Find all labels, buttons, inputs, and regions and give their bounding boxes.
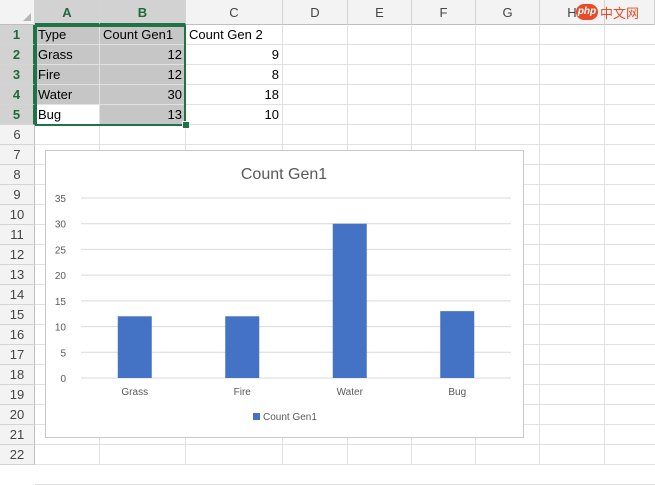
chart-title: Count Gen1 <box>241 166 327 183</box>
row-header-11[interactable]: 11 <box>0 225 35 245</box>
column-header-g[interactable]: G <box>476 0 540 25</box>
y-tick-label: 15 <box>55 297 67 308</box>
cell-a3[interactable]: Fire <box>35 65 99 84</box>
column-gridline <box>604 25 605 465</box>
cell-c2[interactable]: 9 <box>186 45 282 64</box>
y-tick-label: 5 <box>60 348 66 359</box>
cell-c1[interactable]: Count Gen 2 <box>186 25 282 44</box>
row-header-19[interactable]: 19 <box>0 385 35 405</box>
row-header-5[interactable]: 5 <box>0 105 35 125</box>
row-header-9[interactable]: 9 <box>0 185 35 205</box>
cell-c5[interactable]: 10 <box>186 105 282 124</box>
cell-b1[interactable]: Count Gen1 <box>100 25 185 44</box>
row-header-17[interactable]: 17 <box>0 345 35 365</box>
bar-water <box>332 223 367 378</box>
y-tick-label: 25 <box>55 245 67 256</box>
column-header-a[interactable]: A <box>35 0 100 25</box>
column-header-c[interactable]: C <box>186 0 283 25</box>
row-header-22[interactable]: 22 <box>0 445 35 465</box>
select-all-corner[interactable] <box>0 0 35 25</box>
row-header-21[interactable]: 21 <box>0 425 35 445</box>
row-header-13[interactable]: 13 <box>0 265 35 285</box>
chart-canvas: Count Gen1 0 5 10 15 20 25 30 35 Grass Fire Water Bu… <box>55 166 511 423</box>
cell-a4[interactable]: Water <box>35 85 99 104</box>
row-gridline <box>35 444 655 445</box>
row-header-2[interactable]: 2 <box>0 45 35 65</box>
row-header-6[interactable]: 6 <box>0 125 35 145</box>
cell-b5[interactable]: 13 <box>100 105 185 124</box>
row-header-12[interactable]: 12 <box>0 245 35 265</box>
column-header-b[interactable]: B <box>100 0 186 25</box>
column-gridline <box>539 25 540 465</box>
x-tick-label: Grass <box>121 387 148 398</box>
column-header-d[interactable]: D <box>283 0 348 25</box>
watermark-badge: php <box>576 4 598 20</box>
embedded-bar-chart[interactable]: Count Gen1 0 5 10 15 20 25 30 35 Grass Fire Water Bu… <box>45 150 524 438</box>
x-tick-label: Bug <box>448 387 466 398</box>
row-header-8[interactable]: 8 <box>0 165 35 185</box>
row-header-16[interactable]: 16 <box>0 325 35 345</box>
bar-bug <box>440 311 475 378</box>
row-gridline <box>35 124 655 125</box>
select-all-triangle-icon <box>23 13 31 21</box>
legend-label: Count Gen1 <box>263 412 317 423</box>
column-header-e[interactable]: E <box>348 0 412 25</box>
x-tick-label: Water <box>337 387 364 398</box>
y-tick-label: 10 <box>55 323 67 334</box>
fill-handle[interactable] <box>182 121 190 129</box>
x-tick-label: Fire <box>234 387 252 398</box>
row-header-15[interactable]: 15 <box>0 305 35 325</box>
cell-a1[interactable]: Type <box>35 25 99 44</box>
row-header-10[interactable]: 10 <box>0 205 35 225</box>
y-tick-label: 30 <box>55 220 67 231</box>
row-header-3[interactable]: 3 <box>0 65 35 85</box>
y-tick-label: 20 <box>55 271 67 282</box>
cell-b4[interactable]: 30 <box>100 85 185 104</box>
column-header-f[interactable]: F <box>412 0 476 25</box>
cell-a2[interactable]: Grass <box>35 45 99 64</box>
row-header-4[interactable]: 4 <box>0 85 35 105</box>
row-header-14[interactable]: 14 <box>0 285 35 305</box>
cell-b3[interactable]: 12 <box>100 65 185 84</box>
legend-swatch <box>253 413 260 420</box>
cell-c4[interactable]: 18 <box>186 85 282 104</box>
watermark-text: 中文网 <box>600 5 640 21</box>
row-header-20[interactable]: 20 <box>0 405 35 425</box>
cell-b2[interactable]: 12 <box>100 45 185 64</box>
watermark-logo: php 中文网 <box>576 2 639 22</box>
cell-a5[interactable]: Bug <box>35 105 99 124</box>
cell-c3[interactable]: 8 <box>186 65 282 84</box>
row-header-7[interactable]: 7 <box>0 145 35 165</box>
bar-fire <box>225 316 260 378</box>
y-tick-label: 0 <box>60 374 66 385</box>
spreadsheet-grid[interactable]: ABCDEFGH 1 2 3 4 5 6 7 8 9 10 11 12 13 14 15 16 17 18 19 20… <box>0 0 655 485</box>
bar-grass <box>117 316 152 378</box>
y-tick-label: 35 <box>55 194 67 205</box>
row-header-1[interactable]: 1 <box>0 25 35 45</box>
row-header-18[interactable]: 18 <box>0 365 35 385</box>
row-gridline <box>35 144 655 145</box>
